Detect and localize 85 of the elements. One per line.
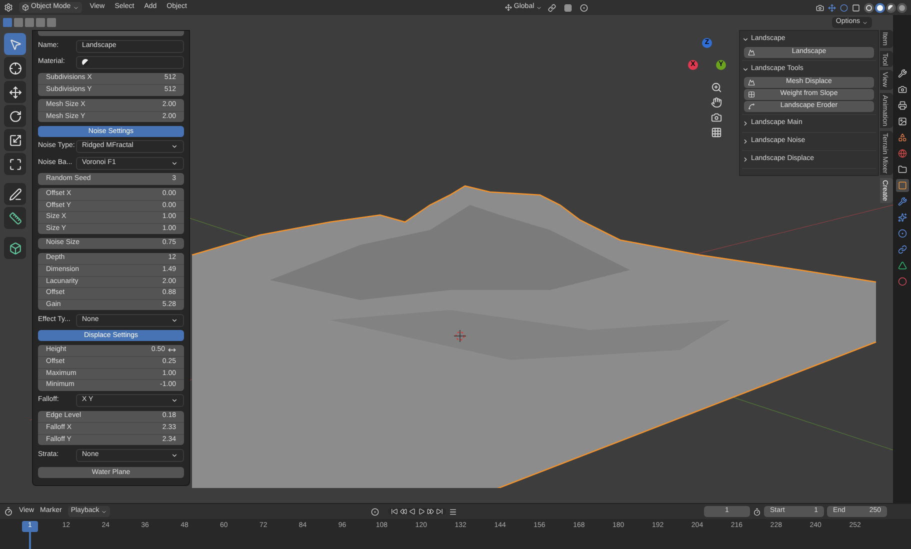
object-icon xyxy=(898,181,906,190)
world-icon xyxy=(898,149,906,158)
tool-tab-icon[interactable] xyxy=(896,67,908,80)
output-icon xyxy=(898,101,906,110)
chevron-icon xyxy=(742,36,749,43)
chevron-icon xyxy=(171,143,178,150)
chevron-icon xyxy=(171,316,178,324)
move-icon xyxy=(8,86,22,98)
mountain-icon xyxy=(748,79,755,86)
play-reverse-icon xyxy=(409,508,416,515)
collection-icon xyxy=(898,165,906,174)
stopwatch-icon[interactable] xyxy=(753,508,761,516)
proportional-edit-icon[interactable] xyxy=(580,4,588,12)
shading-mode-button[interactable] xyxy=(886,2,896,12)
editor-type-icon[interactable] xyxy=(4,3,13,12)
camera-icon[interactable] xyxy=(711,112,722,123)
playhead-line xyxy=(29,531,31,549)
select-icon xyxy=(8,38,22,50)
object-tab-icon[interactable] xyxy=(896,179,908,192)
annotate-tool-button[interactable] xyxy=(4,183,26,205)
chevron-icon xyxy=(862,20,868,26)
data-tab-icon[interactable] xyxy=(896,259,908,272)
annotate-icon xyxy=(8,188,22,200)
playback-controls[interactable] xyxy=(388,508,446,515)
cursor-icon xyxy=(8,62,22,74)
jump-end-icon xyxy=(436,508,444,515)
render-icon xyxy=(898,85,906,94)
modifier-icon xyxy=(898,197,906,206)
add-cube-tool-button[interactable] xyxy=(4,237,26,259)
axes-icon xyxy=(504,4,512,11)
chevron-icon xyxy=(536,4,542,10)
transform-icon xyxy=(8,158,22,170)
data-icon xyxy=(898,261,906,270)
grid-icon[interactable] xyxy=(711,127,722,138)
shading-mode-button[interactable] xyxy=(864,2,874,12)
chevron-icon xyxy=(742,156,749,163)
chevron-icon xyxy=(171,452,178,458)
tool-icon xyxy=(898,69,906,78)
scale-tool-button[interactable] xyxy=(4,129,26,151)
select-tool-button[interactable] xyxy=(4,33,26,55)
render-tab-icon[interactable] xyxy=(896,83,908,96)
particles-tab-icon[interactable] xyxy=(896,211,908,224)
move-tool-button[interactable] xyxy=(4,81,26,103)
particles-icon xyxy=(898,213,906,222)
chevron-icon xyxy=(171,397,178,404)
cube-icon xyxy=(22,4,29,11)
editor-type-icon[interactable] xyxy=(4,507,13,516)
rewind-icon xyxy=(400,508,408,515)
constraints-tab-icon[interactable] xyxy=(896,243,908,256)
fast-forward-icon xyxy=(427,508,434,515)
snap-icon[interactable] xyxy=(564,4,572,12)
scene-icon xyxy=(898,133,906,142)
output-tab-icon[interactable] xyxy=(896,99,908,112)
chevron-icon xyxy=(742,120,749,127)
chevron-icon xyxy=(171,160,178,166)
cursor-tool-button[interactable] xyxy=(4,57,26,79)
transform-tool-button[interactable] xyxy=(4,153,26,175)
chevron-icon xyxy=(742,138,749,145)
collection-tab-icon[interactable] xyxy=(896,163,908,176)
material-icon xyxy=(898,277,906,286)
mountain-icon xyxy=(748,49,755,56)
chevron-icon xyxy=(101,508,108,514)
chevron-icon xyxy=(742,66,749,73)
gizmo-toggle-icon[interactable] xyxy=(828,4,836,12)
material-field[interactable] xyxy=(76,56,184,69)
3d-cursor-icon xyxy=(454,330,466,342)
world-tab-icon[interactable] xyxy=(896,147,908,160)
material-tab-icon[interactable] xyxy=(896,275,908,288)
dots-icon xyxy=(748,91,755,98)
play-icon xyxy=(418,508,426,515)
measure-tool-button[interactable] xyxy=(4,207,26,229)
shading-mode-button[interactable] xyxy=(875,2,885,12)
measure-icon xyxy=(8,212,22,224)
rotate-tool-button[interactable] xyxy=(4,105,26,127)
modifier-tab-icon[interactable] xyxy=(896,195,908,208)
curve-icon xyxy=(748,103,755,110)
constraints-icon xyxy=(898,245,906,254)
rotate-icon xyxy=(8,110,22,122)
hand-icon[interactable] xyxy=(711,97,722,108)
zoom-icon[interactable] xyxy=(711,82,722,93)
scale-icon xyxy=(8,134,22,146)
chevron-icon xyxy=(72,4,79,10)
add-cube-icon xyxy=(8,242,22,254)
jump-start-icon xyxy=(391,508,398,515)
view-layer-icon xyxy=(898,117,906,126)
